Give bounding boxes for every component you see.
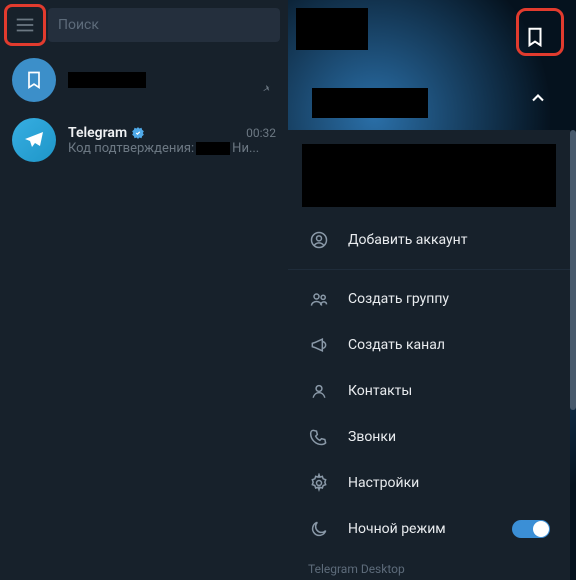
preview-prefix: Код подтверждения: xyxy=(68,141,194,156)
menu-label: Настройки xyxy=(348,475,419,491)
verified-icon xyxy=(131,126,145,140)
hamburger-icon xyxy=(14,14,36,36)
chat-text: Telegram 00:32 Код подтверждения: Ни... xyxy=(68,125,276,156)
chat-title: Telegram xyxy=(68,125,127,141)
gear-icon xyxy=(308,473,330,493)
search-input[interactable] xyxy=(58,17,270,33)
night-mode-toggle[interactable] xyxy=(512,520,550,538)
menu-label: Добавить аккаунт xyxy=(348,232,467,248)
menu-button-wrap xyxy=(8,8,42,42)
avatar-telegram xyxy=(12,118,56,162)
scrollbar[interactable] xyxy=(570,130,576,410)
menu-settings[interactable]: Настройки xyxy=(288,460,570,506)
left-pane: Telegram 00:32 Код подтверждения: Ни... xyxy=(0,0,288,580)
menu-night-mode[interactable]: Ночной режим xyxy=(288,506,570,552)
drawer-header xyxy=(288,0,576,130)
menu-label: Звонки xyxy=(348,429,396,445)
avatar-saved xyxy=(12,58,56,102)
right-pane: Добавить аккаунт Создать группу Создать … xyxy=(288,0,576,580)
redacted-profile xyxy=(302,144,556,207)
chat-preview: Код подтверждения: Ни... xyxy=(68,141,276,156)
menu-label: Ночной режим xyxy=(348,521,446,537)
drawer-menu: Добавить аккаунт Создать группу Создать … xyxy=(288,130,570,580)
contact-icon xyxy=(308,381,330,401)
separator xyxy=(288,269,570,270)
redacted-block xyxy=(296,8,368,50)
menu-button[interactable] xyxy=(8,8,42,42)
megaphone-icon xyxy=(308,335,330,355)
redacted-code xyxy=(196,142,230,155)
chevron-up-icon xyxy=(528,88,548,108)
drawer-footer: Telegram Desktop xyxy=(288,552,570,580)
pin-icon xyxy=(260,81,274,100)
chat-item-saved[interactable] xyxy=(0,50,288,110)
chat-list: Telegram 00:32 Код подтверждения: Ни... xyxy=(0,50,288,170)
chat-text xyxy=(68,72,276,88)
collapse-button[interactable] xyxy=(528,88,548,112)
redacted-name xyxy=(312,88,428,118)
menu-contacts[interactable]: Контакты xyxy=(288,368,570,414)
menu-new-channel[interactable]: Создать канал xyxy=(288,322,570,368)
telegram-icon xyxy=(22,128,46,152)
chat-time: 00:32 xyxy=(246,126,276,140)
menu-label: Создать канал xyxy=(348,337,445,353)
moon-icon xyxy=(308,519,330,539)
search-box[interactable] xyxy=(48,8,280,42)
user-circle-icon xyxy=(308,230,330,250)
highlight-annotation xyxy=(516,8,564,56)
redacted-title xyxy=(68,72,146,88)
chat-item-telegram[interactable]: Telegram 00:32 Код подтверждения: Ни... xyxy=(0,110,288,170)
phone-icon xyxy=(308,427,330,447)
bookmark-icon xyxy=(24,68,44,92)
menu-label: Создать группу xyxy=(348,291,449,307)
topbar xyxy=(0,0,288,50)
menu-add-account[interactable]: Добавить аккаунт xyxy=(288,217,570,263)
menu-new-group[interactable]: Создать группу xyxy=(288,276,570,322)
preview-suffix: Ни... xyxy=(232,141,259,156)
menu-label: Контакты xyxy=(348,383,412,399)
menu-calls[interactable]: Звонки xyxy=(288,414,570,460)
group-icon xyxy=(308,289,330,309)
